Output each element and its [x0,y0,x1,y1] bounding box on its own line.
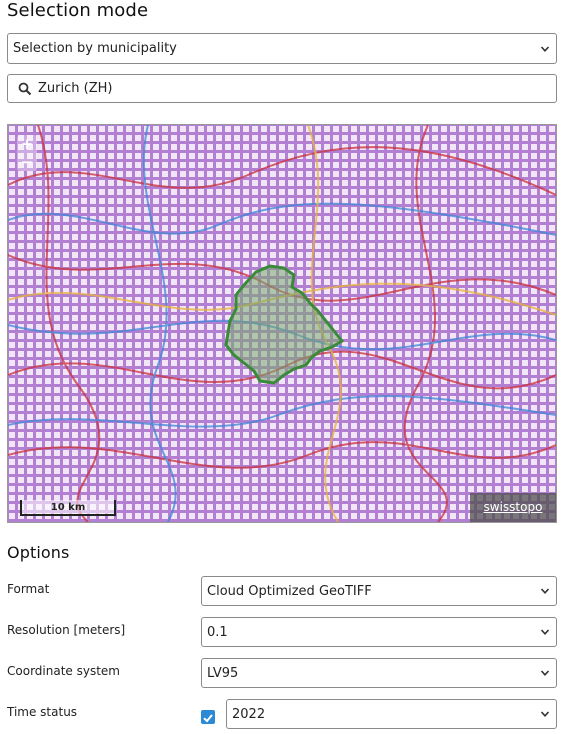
format-select[interactable]: Cloud Optimized GeoTIFF [201,576,557,606]
time-status-label: Time status [7,705,78,719]
map-view[interactable]: + − 10 km swisstopo [7,124,557,523]
search-icon [18,82,32,96]
time-status-checkbox[interactable] [201,710,215,724]
zoom-control: + − [17,135,37,171]
format-label: Format [7,582,50,596]
municipality-search-input[interactable]: Zurich (ZH) [7,74,557,103]
zoom-out-button[interactable]: − [17,153,37,171]
attribution-link[interactable]: swisstopo [470,493,556,522]
chevron-down-icon [540,629,550,635]
resolution-value: 0.1 [207,624,228,640]
checkmark-icon [203,714,213,723]
page: Selection mode Selection by municipality… [0,0,563,734]
zoom-in-button[interactable]: + [17,135,37,153]
selection-mode-select[interactable]: Selection by municipality [7,33,557,64]
time-status-select[interactable]: 2022 [226,699,557,729]
chevron-down-icon [540,670,550,676]
options-title: Options [7,543,70,562]
selection-mode-value: Selection by municipality [13,41,177,56]
resolution-select[interactable]: 0.1 [201,617,557,647]
coordinate-system-label: Coordinate system [7,664,120,678]
search-value: Zurich (ZH) [38,81,113,96]
scale-bar: 10 km [20,500,116,516]
chevron-down-icon [540,711,550,717]
time-status-value: 2022 [232,706,266,722]
resolution-label: Resolution [meters] [7,623,126,637]
coordinate-system-value: LV95 [207,665,239,681]
chevron-down-icon [540,45,550,52]
coordinate-system-select[interactable]: LV95 [201,658,557,688]
selection-mode-title: Selection mode [7,0,149,21]
format-value: Cloud Optimized GeoTIFF [207,583,372,599]
map-canvas[interactable] [8,125,556,522]
chevron-down-icon [540,588,550,594]
